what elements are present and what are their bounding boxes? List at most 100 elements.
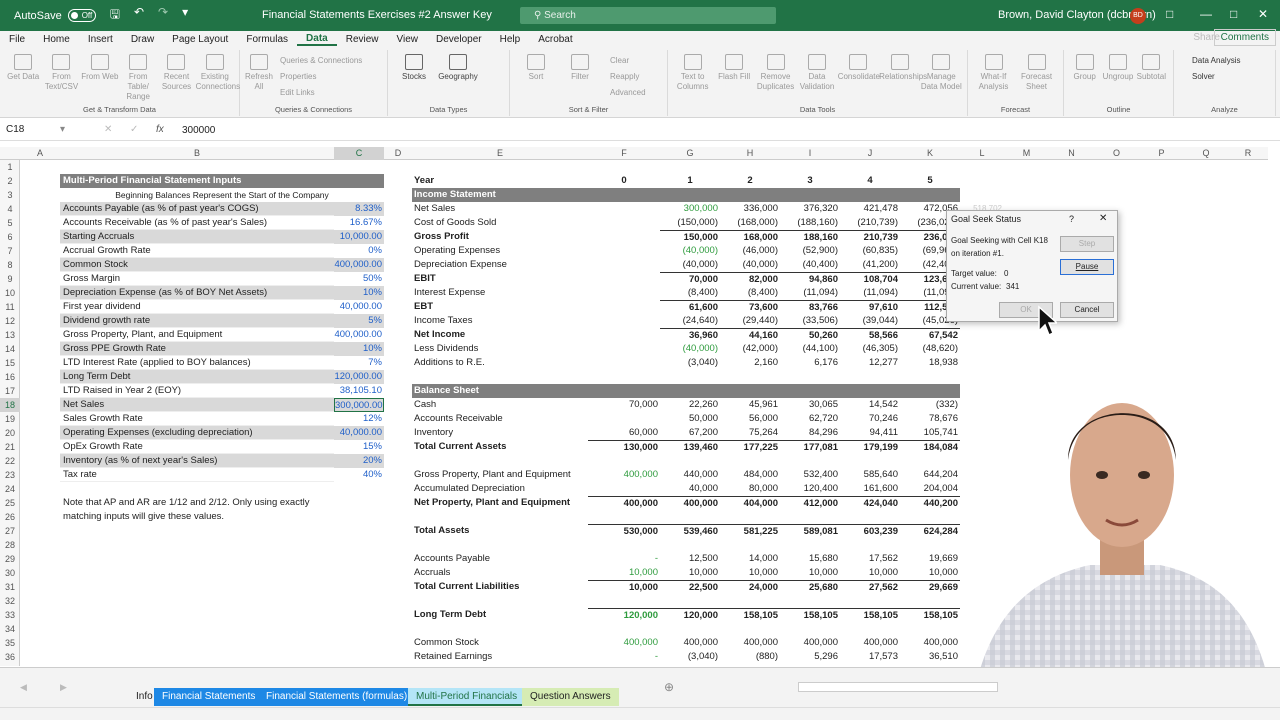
input-value[interactable]: 40% — [334, 468, 384, 482]
balance-value[interactable]: 158,105 — [780, 608, 840, 622]
balance-value[interactable]: 29,669 — [900, 580, 960, 594]
ribbon-button-from-web[interactable]: From Web — [81, 54, 119, 82]
balance-value[interactable]: 45,961 — [720, 398, 780, 412]
customize-qat-icon[interactable]: ▾ — [182, 5, 188, 26]
row-header-15[interactable]: 15 — [0, 356, 20, 370]
balance-value[interactable]: 70,000 — [588, 398, 660, 412]
column-header-c[interactable]: C — [334, 147, 384, 160]
input-value[interactable]: 8.33% — [334, 202, 384, 216]
balance-value[interactable]: 532,400 — [780, 468, 840, 482]
balance-value[interactable]: 158,105 — [900, 608, 960, 622]
new-sheet-icon[interactable]: ⊕ — [664, 680, 674, 694]
ribbon-button-stocks[interactable]: Stocks — [392, 54, 436, 82]
balance-row-label[interactable]: Total Current Liabilities — [412, 580, 588, 594]
balance-value[interactable]: 17,573 — [840, 650, 900, 664]
sheet-tab-question-answers[interactable]: Question Answers — [522, 688, 619, 706]
income-value[interactable]: 58,566 — [840, 328, 900, 342]
row-header-35[interactable]: 35 — [0, 636, 20, 650]
income-value[interactable]: 300,000 — [660, 202, 720, 216]
undo-icon[interactable]: ↶ — [134, 5, 144, 26]
tab-page-layout[interactable]: Page Layout — [163, 34, 237, 45]
ribbon-button-what-if-analysis[interactable]: What-If Analysis — [972, 54, 1015, 92]
ribbon-button-remove-duplicates[interactable]: Remove Duplicates — [755, 54, 796, 92]
balance-value[interactable]: 105,741 — [900, 426, 960, 440]
input-label[interactable]: Tax rate — [60, 468, 334, 482]
ribbon-small-data-analysis[interactable]: Data Analysis — [1192, 56, 1240, 65]
input-label[interactable]: Accounts Payable (as % of past year's CO… — [60, 202, 334, 216]
balance-value[interactable]: 130,000 — [588, 440, 660, 454]
income-value[interactable]: 61,600 — [660, 300, 720, 314]
balance-value[interactable]: 585,640 — [840, 468, 900, 482]
row-header-30[interactable]: 30 — [0, 566, 20, 580]
ribbon-button-consolidate[interactable]: Consolidate — [838, 54, 880, 82]
input-value[interactable]: 20% — [334, 454, 384, 468]
sheet-tab-financial-statements-formulas-[interactable]: Financial Statements (formulas) — [258, 688, 416, 706]
input-value[interactable]: 16.67% — [334, 216, 384, 230]
ribbon-display-icon[interactable]: □ — [1166, 7, 1173, 21]
balance-value[interactable]: 400,000 — [840, 636, 900, 650]
input-value[interactable]: 38,105.10 — [334, 384, 384, 398]
ribbon-small-clear[interactable]: Clear — [610, 56, 629, 65]
income-row-label[interactable]: Income Taxes — [412, 314, 588, 328]
income-value[interactable]: 36,960 — [660, 328, 720, 342]
input-value[interactable]: 50% — [334, 272, 384, 286]
row-header-26[interactable]: 26 — [0, 510, 20, 524]
input-label[interactable]: Operating Expenses (excluding depreciati… — [60, 426, 334, 440]
row-header-22[interactable]: 22 — [0, 454, 20, 468]
cancel-formula-icon[interactable]: ✕ — [104, 124, 112, 135]
income-row-label[interactable]: Additions to R.E. — [412, 356, 588, 370]
balance-value[interactable]: 22,260 — [660, 398, 720, 412]
balance-value[interactable]: 161,600 — [840, 482, 900, 496]
income-value[interactable]: (40,000) — [720, 258, 780, 272]
ribbon-button-subtotal[interactable]: Subtotal — [1135, 54, 1168, 82]
income-value[interactable]: (46,000) — [720, 244, 780, 258]
balance-value[interactable]: 10,000 — [720, 566, 780, 580]
ribbon-button-sort[interactable]: Sort — [514, 54, 558, 82]
income-value[interactable]: (44,100) — [780, 342, 840, 356]
balance-value[interactable]: 80,000 — [720, 482, 780, 496]
inputs-note-line1[interactable]: Note that AP and AR are 1/12 and 2/12. O… — [60, 496, 334, 510]
tab-help[interactable]: Help — [491, 34, 530, 45]
balance-row-label[interactable]: Accumulated Depreciation — [412, 482, 588, 496]
scroll-tabs-left-icon[interactable]: ◀ — [20, 682, 27, 693]
balance-row-label[interactable]: Total Current Assets — [412, 440, 588, 454]
balance-value[interactable]: 120,000 — [588, 608, 660, 622]
row-header-31[interactable]: 31 — [0, 580, 20, 594]
row-header-6[interactable]: 6 — [0, 230, 20, 244]
row-header-4[interactable]: 4 — [0, 202, 20, 216]
redo-icon[interactable]: ↷ — [158, 5, 168, 26]
comments-button[interactable]: Comments — [1213, 29, 1276, 46]
save-icon[interactable]: 🖫 — [110, 5, 120, 26]
horizontal-scrollbar[interactable] — [798, 682, 998, 692]
tab-insert[interactable]: Insert — [79, 34, 122, 45]
balance-value[interactable]: 40,000 — [660, 482, 720, 496]
balance-row-label[interactable]: Cash — [412, 398, 588, 412]
balance-value[interactable]: 400,000 — [660, 636, 720, 650]
balance-value[interactable]: 158,105 — [720, 608, 780, 622]
balance-value[interactable]: 19,669 — [900, 552, 960, 566]
maximize-icon[interactable]: □ — [1230, 7, 1237, 21]
income-value[interactable]: 44,160 — [720, 328, 780, 342]
balance-value[interactable]: 530,000 — [588, 524, 660, 538]
balance-row-label[interactable]: Long Term Debt — [412, 608, 588, 622]
balance-value[interactable]: 603,239 — [840, 524, 900, 538]
balance-value[interactable]: 400,000 — [588, 468, 660, 482]
income-value[interactable]: 97,610 — [840, 300, 900, 314]
income-value[interactable]: 67,542 — [900, 328, 960, 342]
balance-value[interactable]: (3,040) — [660, 650, 720, 664]
balance-value[interactable]: 14,000 — [720, 552, 780, 566]
balance-value[interactable]: 120,400 — [780, 482, 840, 496]
input-value[interactable]: 10,000.00 — [334, 230, 384, 244]
balance-row-label[interactable]: Accounts Receivable — [412, 412, 588, 426]
balance-value[interactable]: 10,000 — [660, 566, 720, 580]
row-header-27[interactable]: 27 — [0, 524, 20, 538]
income-statement-header[interactable]: Income Statement — [412, 188, 960, 202]
input-label[interactable]: LTD Interest Rate (applied to BOY balanc… — [60, 356, 334, 370]
column-header-f[interactable]: F — [588, 147, 660, 160]
tab-formulas[interactable]: Formulas — [237, 34, 297, 45]
income-value[interactable]: (8,400) — [720, 286, 780, 300]
input-value[interactable]: 10% — [334, 342, 384, 356]
balance-value[interactable]: 70,246 — [840, 412, 900, 426]
row-header-2[interactable]: 2 — [0, 174, 20, 188]
tab-acrobat[interactable]: Acrobat — [529, 34, 581, 45]
